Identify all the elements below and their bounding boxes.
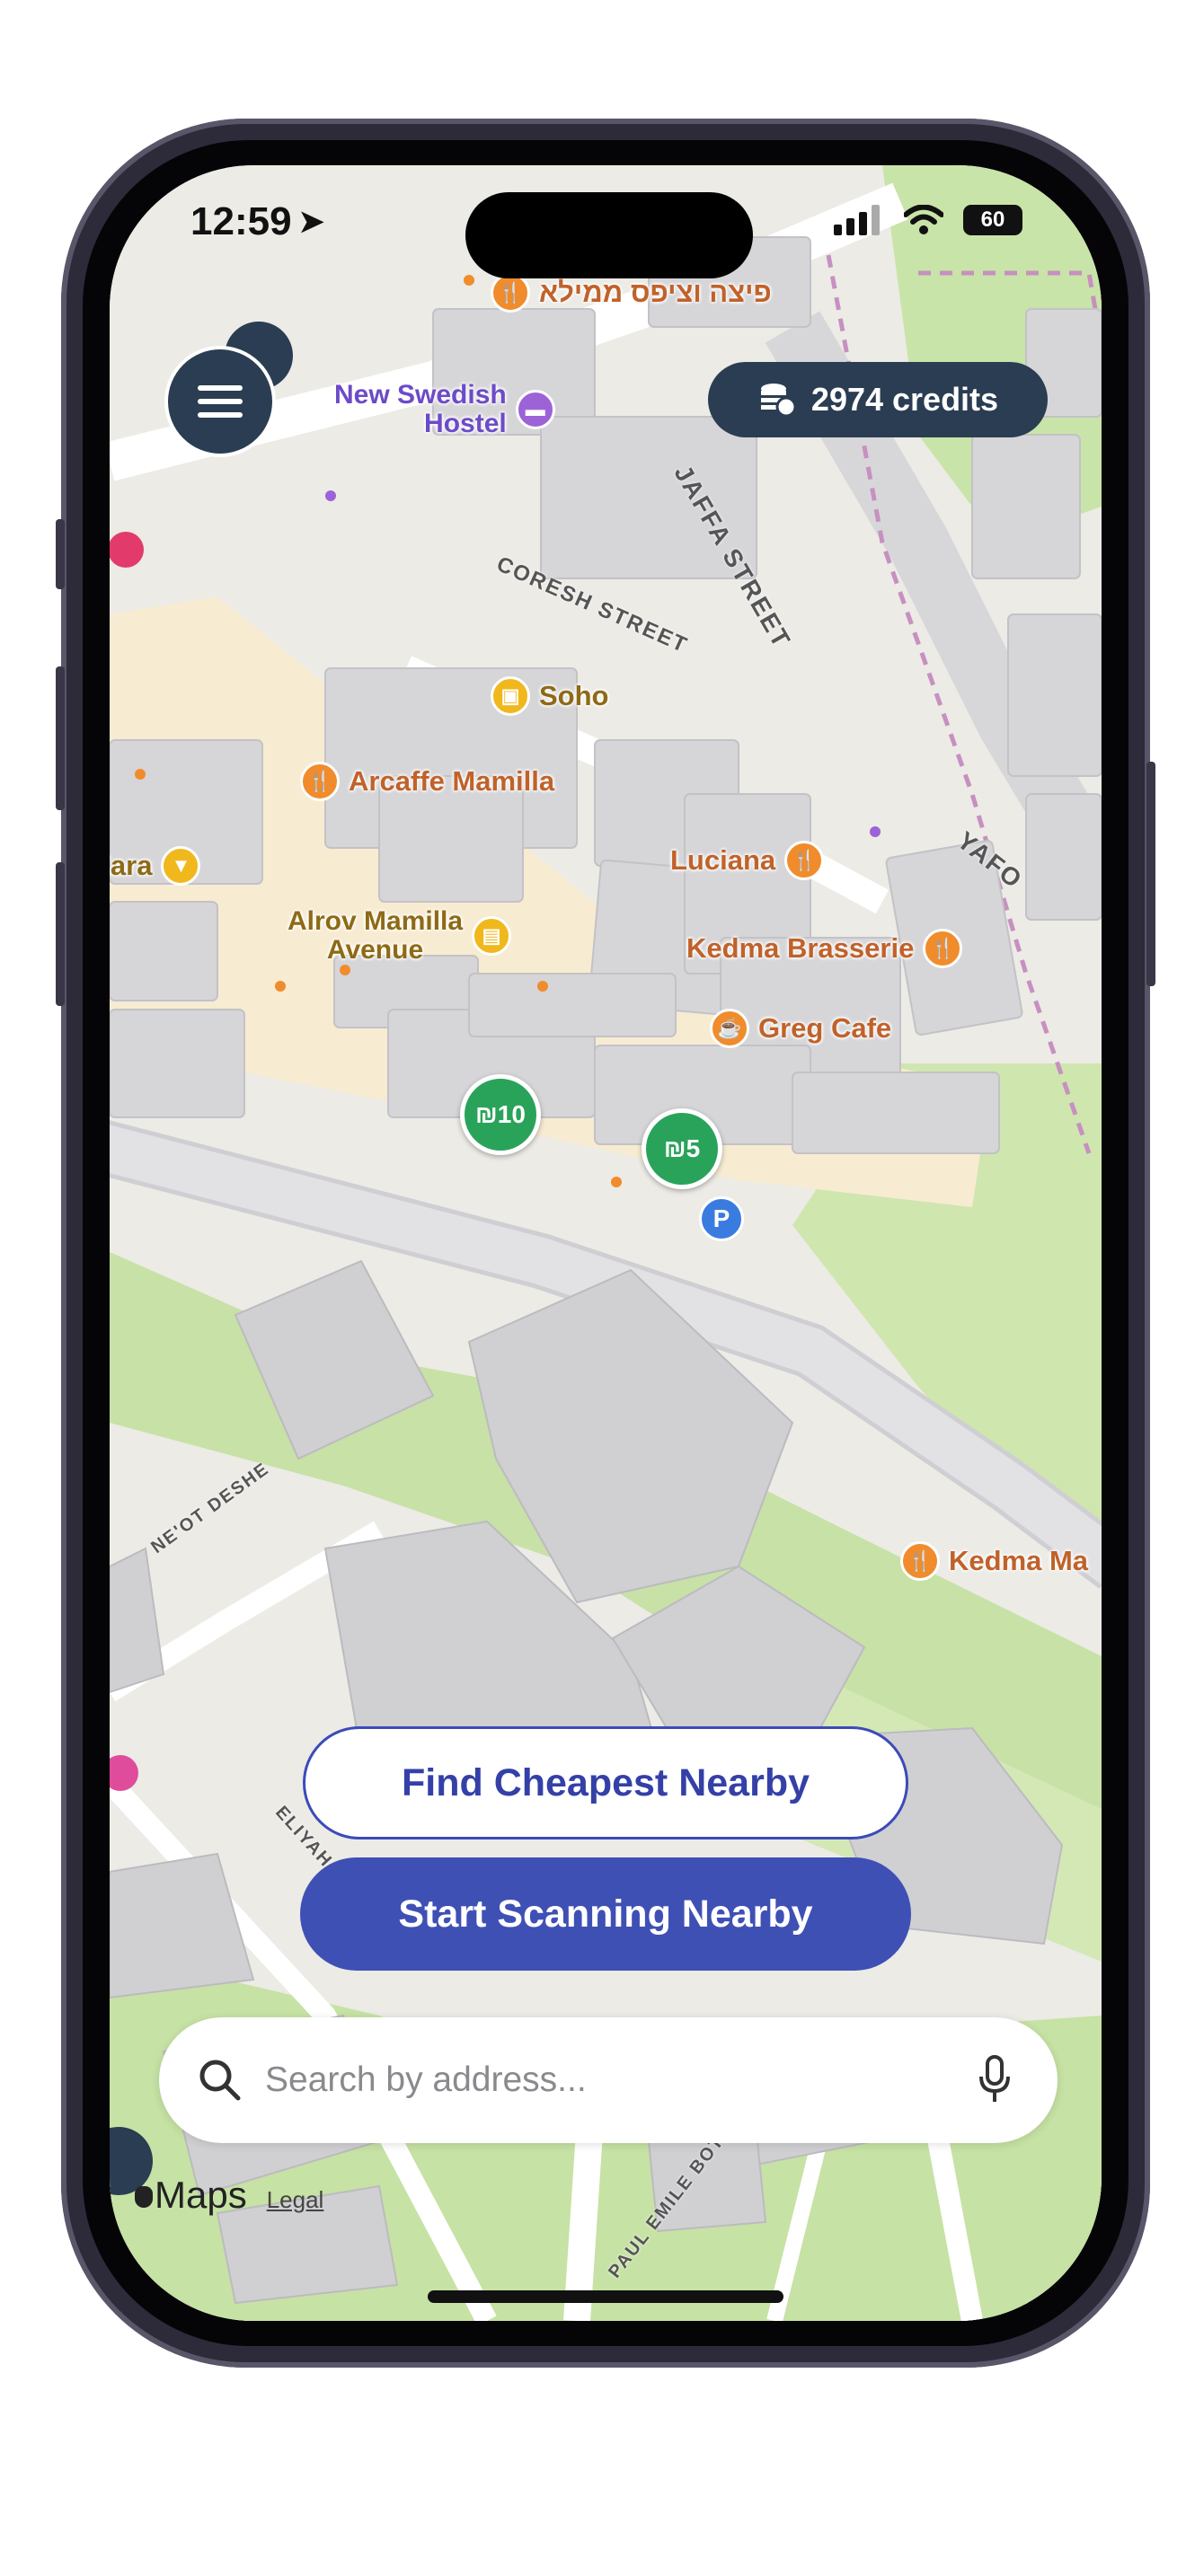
hamburger-icon-line xyxy=(198,412,243,418)
shirt-icon: ▼ xyxy=(161,846,201,886)
poi-greg-cafe[interactable]: ☕ Greg Cafe xyxy=(710,1009,891,1048)
volume-up-button xyxy=(56,666,65,810)
poi-label: Soho xyxy=(539,680,609,711)
status-icons: 60 xyxy=(834,205,1022,235)
home-indicator xyxy=(428,2290,783,2303)
status-time-text: 12:59 xyxy=(190,199,292,243)
poi-label-line2: Hostel xyxy=(424,409,507,438)
poi-luciana[interactable]: Luciana 🍴 xyxy=(670,841,825,880)
wifi-icon xyxy=(904,205,943,234)
poi-label: Kedma Ma xyxy=(949,1545,1089,1576)
price-pin-10[interactable]: ₪10 xyxy=(460,1074,541,1155)
poi-label: Alrov Mamilla Avenue xyxy=(288,907,463,965)
search-input[interactable] xyxy=(263,2060,977,2101)
poi-alrov-mamilla-avenue[interactable]: Alrov Mamilla Avenue ▤ xyxy=(288,907,512,965)
price-pin-5[interactable]: ₪5 xyxy=(642,1108,722,1189)
signal-icon xyxy=(834,205,880,235)
poi-label: Greg Cafe xyxy=(758,1012,892,1044)
fork-knife-icon: 🍴 xyxy=(923,929,963,968)
fork-knife-icon: 🍴 xyxy=(900,1541,940,1581)
status-time: 12:59 ➤ xyxy=(190,199,324,244)
poi-kedma-brasserie[interactable]: Kedma Brasserie 🍴 xyxy=(686,929,963,968)
poi-label-line2: Avenue xyxy=(326,935,424,965)
poi-new-swedish-hostel[interactable]: New Swedish Hostel ▬ xyxy=(334,381,555,438)
fork-knife-icon: 🍴 xyxy=(300,762,340,801)
find-cheapest-button[interactable]: Find Cheapest Nearby xyxy=(303,1726,908,1839)
volume-down-button xyxy=(56,862,65,1006)
dynamic-island xyxy=(465,192,753,278)
power-button xyxy=(1146,762,1155,986)
action-button xyxy=(56,519,65,589)
cup-icon: ☕ xyxy=(710,1009,749,1048)
fork-knife-icon: 🍴 xyxy=(491,273,530,313)
poi-label: Kedma Brasserie xyxy=(686,932,915,964)
fork-knife-icon: 🍴 xyxy=(784,841,825,880)
parking-marker[interactable]: P xyxy=(699,1196,744,1241)
battery-level: 60 xyxy=(980,207,1005,232)
map-canvas[interactable] xyxy=(110,165,1102,2321)
hamburger-icon-line xyxy=(198,385,243,391)
poi-label-line1: New Swedish xyxy=(334,380,507,410)
coins-icon xyxy=(760,384,797,418)
poi-label: פיצה וציפס ממילא xyxy=(539,277,772,308)
menu-button[interactable] xyxy=(164,346,276,457)
poi-arcaffe-mamilla[interactable]: 🍴 Arcaffe Mamilla xyxy=(300,762,554,801)
search-icon xyxy=(199,2060,241,2101)
battery-icon: 60 xyxy=(963,205,1022,235)
poi-pizza-mamilla[interactable]: 🍴 פיצה וציפס ממילא xyxy=(491,273,772,313)
poi-zara[interactable]: Zara ▼ xyxy=(110,846,201,886)
app-screen: JAFFA STREET CORESH STREET YAFO NE'OT DE… xyxy=(110,165,1102,2321)
microphone-icon[interactable] xyxy=(977,2055,1013,2105)
bag-icon: ▣ xyxy=(491,676,530,716)
bed-icon: ▬ xyxy=(515,390,555,429)
poi-label: Arcaffe Mamilla xyxy=(349,765,555,797)
credits-badge[interactable]: 2974 credits xyxy=(708,362,1048,437)
poi-soho[interactable]: ▣ Soho xyxy=(491,676,609,716)
poi-label-line1: Alrov Mamilla xyxy=(288,906,464,936)
hamburger-icon-line xyxy=(198,399,243,404)
apple-maps-logo: Maps xyxy=(135,2174,247,2217)
apple-logo-icon xyxy=(135,2186,153,2208)
poi-label: New Swedish Hostel xyxy=(334,381,507,438)
poi-label: Zara xyxy=(110,850,153,881)
search-bar[interactable] xyxy=(159,2017,1058,2143)
legal-link[interactable]: Legal xyxy=(267,2186,324,2214)
maps-label: Maps xyxy=(155,2174,247,2216)
credits-label: 2974 credits xyxy=(810,381,999,418)
poi-label: Luciana xyxy=(670,844,776,876)
location-arrow-icon: ➤ xyxy=(298,205,325,239)
maps-attribution: Maps Legal xyxy=(135,2174,323,2217)
poi-kedma-ma[interactable]: 🍴 Kedma Ma xyxy=(900,1541,1088,1581)
start-scanning-button[interactable]: Start Scanning Nearby xyxy=(300,1857,911,1971)
store-icon: ▤ xyxy=(472,916,512,956)
